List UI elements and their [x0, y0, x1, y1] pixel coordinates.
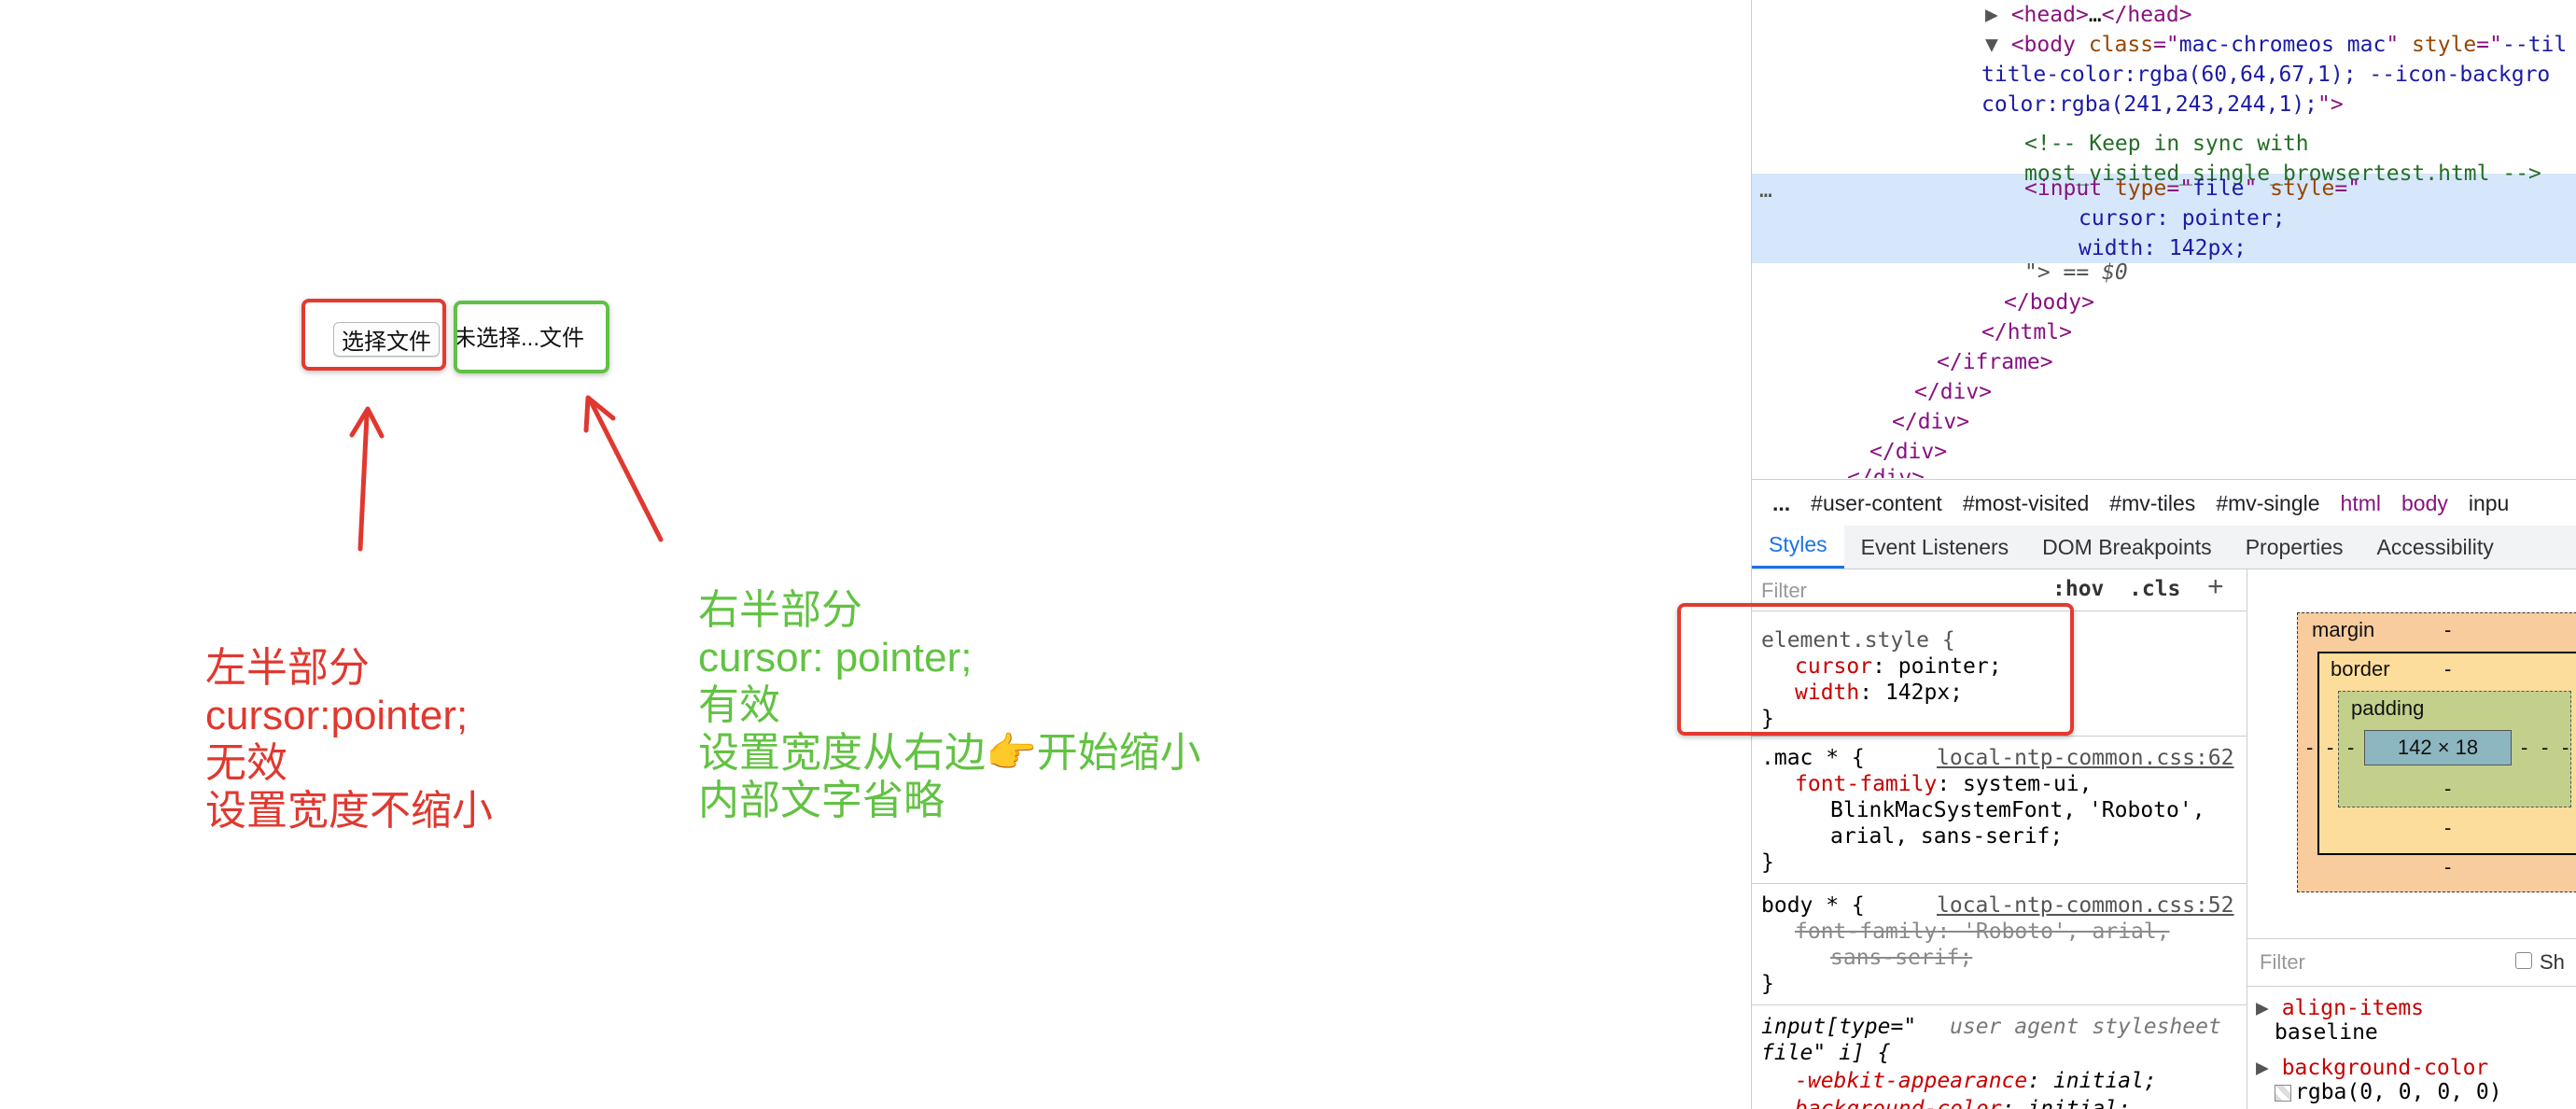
border-right-value[interactable]: - [2541, 736, 2548, 760]
attr-name: class [2088, 33, 2154, 57]
right-note: 右半部分 cursor: pointer; 有效 设置宽度从右边👉开始缩小 内部… [698, 586, 1201, 824]
green-highlight-box [454, 301, 609, 373]
tag-text: <input [2024, 176, 2103, 201]
annotation-arrows [349, 395, 664, 552]
tab-dom-breakpoints[interactable]: DOM Breakpoints [2025, 527, 2229, 569]
border-bottom-value[interactable]: - [2444, 816, 2451, 840]
dom-close-tag[interactable]: </iframe> [1937, 347, 2053, 377]
margin-top-value[interactable]: - [2444, 618, 2451, 642]
computed-value: rgba(0, 0, 0, 0) [2275, 1077, 2502, 1107]
style-declaration[interactable]: background-color: initial; [1795, 1094, 2131, 1109]
style-declaration-cont: arial, sans-serif; [1830, 824, 2064, 849]
show-all-checkbox[interactable] [2515, 952, 2532, 969]
attr-value: --til [2502, 33, 2568, 57]
right-note-line: 设置宽度从右边👉开始缩小 [698, 730, 1201, 776]
breadcrumb-item[interactable]: body [2401, 491, 2448, 516]
left-note-line: cursor:pointer; [205, 693, 469, 738]
left-note-line: 无效 [205, 740, 287, 786]
hov-toggle[interactable]: :hov [2052, 577, 2104, 601]
dom-close-tag[interactable]: </div> [1892, 407, 1969, 437]
border-top-value[interactable]: - [2444, 657, 2451, 681]
element-style-highlight-box [1677, 603, 2074, 736]
attr-name: type [2114, 176, 2167, 201]
margin-label: margin [2312, 618, 2375, 641]
dom-close-tag[interactable]: </div> [1914, 377, 1992, 407]
more-options-icon[interactable]: … [1759, 175, 1772, 205]
devtools-panel: ▶ <head>…</head> ▼ <body class="mac-chro… [1751, 0, 2576, 1109]
breadcrumb-item[interactable]: #mv-single [2216, 491, 2319, 516]
border-left-value[interactable]: - [2327, 736, 2333, 760]
breadcrumb-item[interactable]: inpu [2469, 491, 2509, 516]
red-highlight-box [301, 299, 446, 371]
new-rule-icon[interactable]: + [2207, 571, 2224, 603]
color-swatch-icon[interactable] [2275, 1084, 2291, 1102]
sidebar-tabs: Styles Event Listeners DOM Breakpoints P… [1752, 525, 2576, 569]
attr-name: style [2412, 33, 2477, 57]
collapsed-ellipsis: … [2088, 3, 2102, 27]
cls-toggle[interactable]: .cls [2129, 577, 2180, 601]
red-arrow-icon [349, 406, 385, 552]
box-model-content[interactable]: 142 × 18 [2364, 730, 2512, 765]
dom-style-text: cursor: pointer; [2079, 206, 2286, 231]
dom-comment: <!-- Keep in sync with [2024, 132, 2309, 156]
show-all-label: Sh [2540, 950, 2565, 974]
padding-right-value[interactable]: - [2521, 736, 2527, 760]
margin-bottom-value[interactable]: - [2444, 855, 2451, 879]
left-note-line: 设置宽度不缩小 [205, 788, 493, 834]
tab-styles[interactable]: Styles [1752, 525, 1844, 569]
dom-attr-continuation: color:rgba(241,243,244,1);"> [1981, 92, 2344, 117]
dom-node-input[interactable]: <input type="file" style=" [2024, 174, 2360, 204]
collapse-triangle-icon[interactable]: ▼ [1985, 33, 2011, 57]
breadcrumb: ... #user-content #most-visited #mv-tile… [1752, 479, 2576, 527]
breadcrumb-item[interactable]: ... [1772, 491, 1790, 516]
breadcrumb-item[interactable]: html [2341, 491, 2381, 516]
overridden-declaration-cont: sans-serif; [1830, 946, 1973, 970]
padding-left-value[interactable]: - [2347, 736, 2354, 760]
rule-selector[interactable]: file" i] { [1761, 1038, 1890, 1068]
computed-pane: Filter Sh ▶ align-items baseline ▶ backg… [2247, 938, 2576, 1109]
tab-properties[interactable]: Properties [2229, 527, 2360, 569]
dom-close-tag[interactable]: </body> [2004, 288, 2094, 317]
attr-name: style [2270, 176, 2335, 201]
margin-left-value[interactable]: - [2306, 736, 2313, 760]
left-note-line: 左半部分 [205, 645, 370, 691]
breadcrumb-item[interactable]: #user-content [1811, 491, 1942, 516]
rule-close: } [1761, 972, 1774, 996]
dom-close-tag[interactable]: </html> [1981, 317, 2072, 347]
box-model-diagram: margin - border - padding 142 × 18 - - -… [2247, 569, 2576, 938]
dom-attr-continuation: title-color:rgba(60,64,67,1); --icon-bac… [1981, 63, 2551, 87]
left-note: 左半部分 cursor:pointer; 无效 设置宽度不缩小 [205, 644, 493, 835]
padding-bottom-value[interactable]: - [2444, 777, 2451, 801]
tag-text: <body [2010, 33, 2076, 57]
breadcrumb-item[interactable]: #most-visited [1963, 491, 2089, 516]
rule-close: } [1761, 850, 1774, 875]
computed-filter-input[interactable]: Filter [2260, 950, 2305, 975]
tag-text: </head> [2101, 3, 2192, 27]
dom-selected-marker: "> == $0 [2024, 260, 2128, 285]
attr-value: mac-chromeos mac [2178, 33, 2387, 57]
red-arrow-right-icon [583, 395, 664, 542]
computed-value: baseline [2275, 1020, 2378, 1045]
tab-event-listeners[interactable]: Event Listeners [1844, 527, 2026, 569]
dom-node-body[interactable]: ▼ <body class="mac-chromeos mac" style="… [1985, 30, 2567, 60]
dom-node-head[interactable]: ▶ <head>…</head> [1985, 0, 2192, 30]
demo-page: 选择文件 未选择...文件 左半部分 cursor:pointer; 无效 设置… [0, 0, 1751, 1109]
right-note-line: cursor: pointer; [698, 635, 973, 681]
border-label: border [2331, 657, 2390, 681]
tab-accessibility[interactable]: Accessibility [2360, 527, 2511, 569]
padding-label: padding [2351, 696, 2425, 720]
right-note-line: 有效 [698, 682, 780, 728]
ua-stylesheet-label: user agent stylesheet [1950, 1015, 2221, 1039]
right-note-line: 内部文字省略 [698, 778, 945, 823]
dom-close-tag[interactable]: </div> [1847, 463, 1925, 478]
attr-value: file [2192, 176, 2245, 201]
style-declaration[interactable]: -webkit-appearance: initial; [1795, 1066, 2157, 1096]
right-note-line: 右半部分 [698, 587, 862, 633]
margin-right-value[interactable]: - [2562, 736, 2569, 760]
styles-filter-input[interactable]: Filter [1761, 579, 1807, 603]
expand-triangle-icon[interactable]: ▶ [1985, 3, 2011, 27]
tag-text: <head> [2010, 3, 2089, 27]
breadcrumb-item[interactable]: #mv-tiles [2109, 491, 2195, 516]
